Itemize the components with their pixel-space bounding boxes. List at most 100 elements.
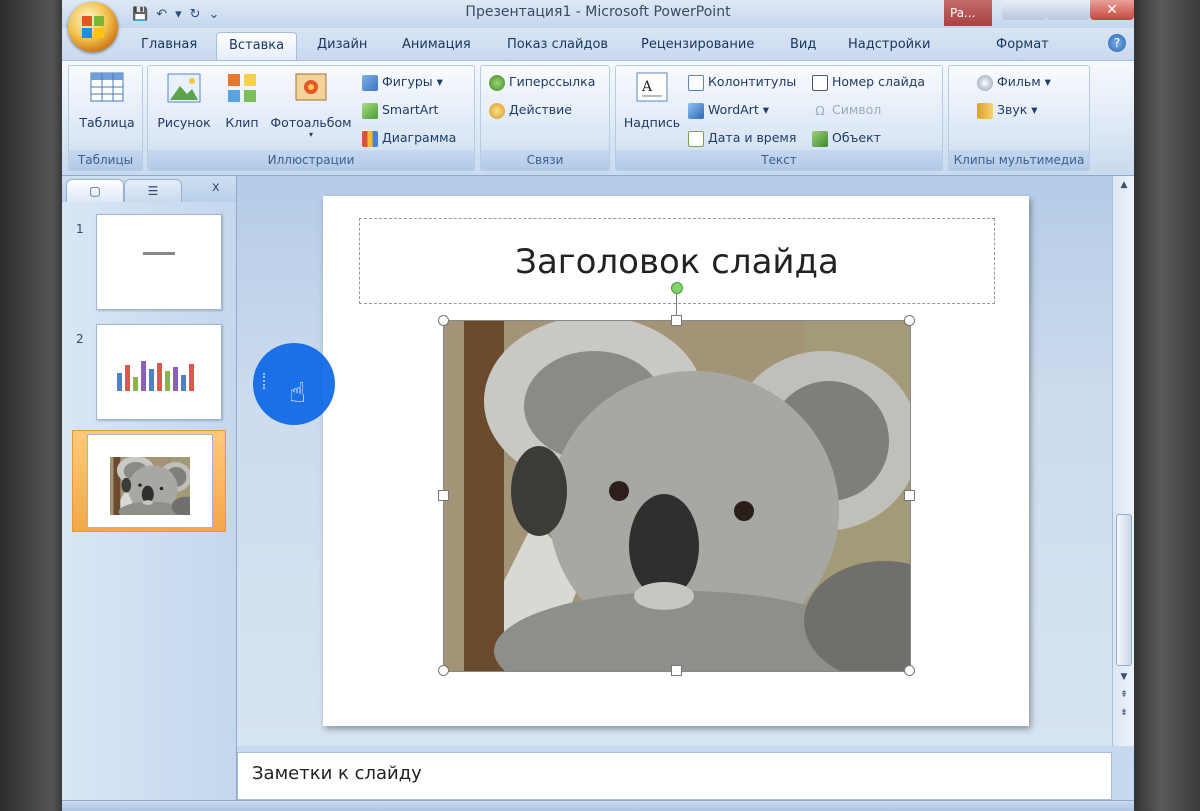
resize-handle-right[interactable] (904, 490, 915, 501)
datetime-button-label: Дата и время (708, 130, 797, 145)
sound-button-label: Звук ▾ (997, 102, 1038, 117)
picture-button-label: Рисунок (157, 115, 211, 130)
group-media: Фильм ▾ Звук ▾ Клипы мультимедиа (948, 65, 1090, 171)
koala-picture[interactable] (443, 320, 911, 672)
slidenumber-button[interactable]: Номер слайда (812, 72, 925, 92)
undo-icon[interactable]: ↶ (156, 7, 167, 22)
tab-view[interactable]: Вид (790, 37, 816, 52)
resize-handle-bottom-right[interactable] (904, 665, 915, 676)
panel-close-icon[interactable]: x (212, 180, 220, 195)
resize-handle-bottom[interactable] (671, 665, 682, 676)
shapes-button[interactable]: Фигуры ▾ (362, 72, 443, 92)
customize-qat-icon[interactable]: ⌄ (209, 7, 220, 22)
slidenumber-button-label: Номер слайда (832, 74, 926, 89)
chart-button[interactable]: Диаграмма (362, 128, 456, 148)
smartart-button[interactable]: SmartArt (362, 100, 438, 120)
table-button[interactable]: Таблица (77, 70, 137, 130)
action-button[interactable]: Действие (489, 100, 572, 120)
ribbon: Таблица Таблицы Рисунок Клип Фотоальбом … (62, 60, 1134, 176)
thumbnail-bar (157, 363, 162, 391)
notes-pane[interactable]: Заметки к слайду (237, 752, 1112, 800)
cursor-highlight: ☝ (253, 343, 335, 425)
clip-button[interactable]: Клип (220, 70, 264, 130)
sound-button[interactable]: Звук ▾ (977, 100, 1038, 120)
rotation-handle[interactable] (671, 282, 683, 294)
slidenumber-icon (812, 74, 828, 91)
smartart-button-label: SmartArt (382, 102, 439, 117)
headerfooter-button[interactable]: Колонтитулы (688, 72, 796, 92)
next-slide-icon[interactable]: ⇟ (1116, 708, 1132, 722)
vertical-scrollbar[interactable]: ▲ ▼ ⇞ ⇟ (1112, 176, 1134, 746)
wordart-button-label: WordArt ▾ (708, 102, 769, 117)
textbox-button[interactable]: A Надпись (620, 70, 684, 130)
resize-handle-top-right[interactable] (904, 315, 915, 326)
scroll-up-icon[interactable]: ▲ (1116, 180, 1132, 194)
slide-thumbnail-3-selected[interactable] (72, 430, 226, 532)
wordart-button[interactable]: WordArt ▾ (688, 100, 769, 120)
tab-home[interactable]: Главная (141, 37, 197, 52)
shapes-icon (362, 74, 378, 91)
scroll-down-icon[interactable]: ▼ (1116, 672, 1132, 686)
thumbnail-title-mark (143, 252, 175, 255)
tab-slides[interactable]: ▢ (66, 179, 124, 202)
clipart-icon (228, 74, 256, 102)
office-button[interactable] (68, 2, 118, 52)
movie-button-label: Фильм ▾ (997, 74, 1051, 89)
calendar-icon (688, 130, 704, 147)
tab-insert[interactable]: Вставка (216, 32, 298, 60)
group-tables: Таблица Таблицы (68, 65, 143, 171)
tab-addins[interactable]: Надстройки (848, 37, 930, 52)
maximize-button[interactable] (1046, 0, 1090, 20)
resize-handle-top[interactable] (671, 315, 682, 326)
tab-animation[interactable]: Анимация (402, 37, 471, 52)
hyperlink-button[interactable]: Гиперссылка (489, 72, 595, 92)
movie-button[interactable]: Фильм ▾ (977, 72, 1051, 92)
koala-image (444, 321, 910, 671)
action-button-label: Действие (509, 102, 572, 117)
table-icon (90, 72, 124, 102)
symbol-button[interactable]: Ω Символ (812, 100, 881, 120)
thumbnail-bar (141, 361, 146, 391)
tab-review[interactable]: Рецензирование (641, 37, 754, 52)
textbox-button-label: Надпись (623, 115, 681, 130)
picture-button[interactable]: Рисунок (154, 70, 214, 130)
group-label-illustrations: Иллюстрации (148, 150, 474, 170)
thumbnail-bar (133, 377, 138, 391)
datetime-button[interactable]: Дата и время (688, 128, 796, 148)
tab-slideshow[interactable]: Показ слайдов (507, 37, 608, 52)
save-icon[interactable]: 💾 (132, 7, 148, 22)
slides-panel: ▢ ☰ x 1 2 3 (62, 176, 237, 811)
notes-placeholder: Заметки к слайду (252, 763, 422, 784)
previous-slide-icon[interactable]: ⇞ (1116, 690, 1132, 704)
clip-button-label: Клип (225, 115, 259, 130)
office-logo-icon (82, 16, 104, 38)
thumbnail-koala-image (110, 457, 190, 515)
powerpoint-window: Презентация1 - Microsoft PowerPoint 💾 ↶ … (62, 0, 1134, 811)
redo-icon[interactable]: ↻ (190, 7, 201, 22)
speaker-icon (977, 102, 993, 119)
photoalbum-button[interactable]: Фотоальбом ▾ (266, 70, 356, 139)
scrollbar-thumb[interactable] (1116, 514, 1132, 666)
object-button[interactable]: Объект (812, 128, 881, 148)
slide-thumbnail-1[interactable] (96, 214, 222, 310)
svg-text:A: A (641, 79, 653, 95)
tab-outline[interactable]: ☰ (124, 179, 182, 202)
slide-canvas: Заголовок слайда (323, 196, 1029, 726)
thumbnail-bar (181, 375, 186, 391)
thumbnail-bar (165, 371, 170, 391)
resize-handle-top-left[interactable] (438, 315, 449, 326)
photoalbum-icon (295, 73, 327, 101)
textbox-icon: A (636, 72, 668, 102)
tab-format[interactable]: Формат (996, 37, 1049, 52)
picture-icon (167, 73, 201, 103)
ribbon-tabs: Главная Вставка Дизайн Анимация Показ сл… (62, 28, 1134, 60)
resize-handle-left[interactable] (438, 490, 449, 501)
tab-design[interactable]: Дизайн (317, 37, 367, 52)
taskbar-button[interactable]: Pa... (944, 0, 992, 26)
minimize-button[interactable] (1002, 0, 1046, 20)
help-icon[interactable]: ? (1108, 34, 1126, 52)
slide-thumbnail-2[interactable] (96, 324, 222, 420)
close-button[interactable]: ✕ (1090, 0, 1134, 20)
desktop-background-right (1134, 0, 1200, 811)
resize-handle-bottom-left[interactable] (438, 665, 449, 676)
